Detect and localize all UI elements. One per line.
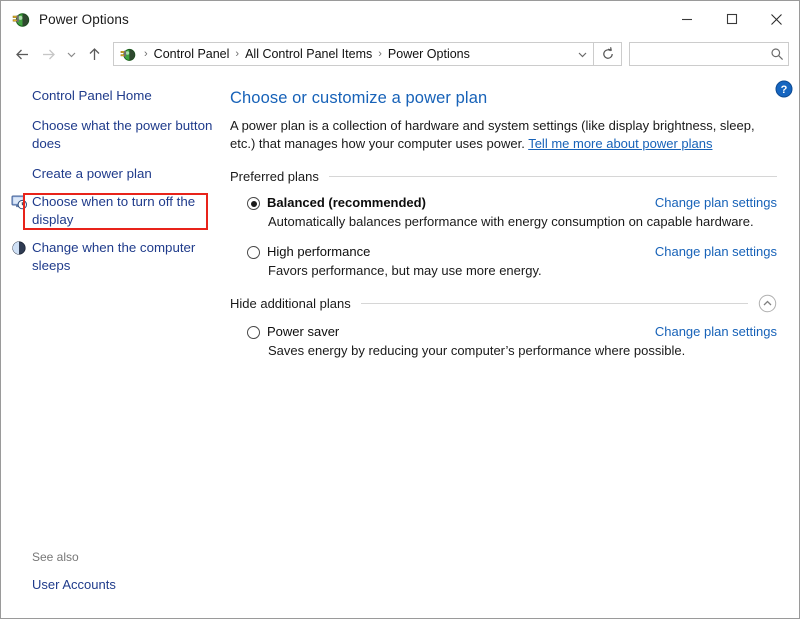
plan-row-power-saver[interactable]: Power saver Change plan settings [230,324,777,339]
see-also-section: See also User Accounts [32,550,116,594]
see-also-link-user-accounts[interactable]: User Accounts [32,577,116,592]
title-bar: Power Options [1,1,799,37]
change-plan-settings-link-balanced[interactable]: Change plan settings [655,195,777,210]
address-bar[interactable]: › Control Panel › All Control Panel Item… [113,42,594,66]
group-divider [328,176,777,177]
plan-description: Saves energy by reducing your computer’s… [268,343,686,358]
breadcrumb-item-power-options[interactable]: Power Options [386,47,472,61]
radio-power-saver[interactable] [247,326,260,339]
up-button[interactable] [81,41,107,67]
change-plan-settings-link-high-performance[interactable]: Change plan settings [655,244,777,259]
address-chevron-down-icon[interactable] [571,43,593,65]
window-title: Power Options [39,11,129,27]
radio-balanced[interactable] [247,197,260,210]
forward-button[interactable] [35,41,61,67]
sidebar-item-label: Choose what the power button does [32,118,213,151]
search-input[interactable] [630,46,766,62]
plan-name: Power saver [267,324,340,339]
search-box[interactable] [629,42,789,66]
breadcrumb-separator: › [378,48,382,60]
plan-row-high-performance[interactable]: High performance Change plan settings [230,244,777,259]
svg-text:?: ? [781,84,788,96]
group-preferred-plans: Preferred plans Balanced (recommended) C… [230,169,777,278]
sidebar-item-label: Change when the computer sleeps [32,240,196,273]
plan-description: Automatically balances performance with … [268,214,754,229]
breadcrumb-separator: › [235,48,240,60]
plan-row-balanced[interactable]: Balanced (recommended) Change plan setti… [230,195,777,210]
sidebar: Control Panel Home Choose what the power… [1,71,223,618]
maximize-button[interactable] [709,1,754,37]
main-pane: ? Choose or customize a power plan A pow… [223,71,799,618]
sidebar-item-choose-what-the-power-button-does[interactable]: Choose what the power button does [1,117,223,153]
breadcrumb-item-all-control-panel-items[interactable]: All Control Panel Items [243,47,374,61]
group-divider [360,302,748,304]
power-options-window: Power Options › Control Panel › All Cont… [0,0,800,619]
moon-sleep-icon [11,240,27,256]
chevron-up-circle-icon[interactable] [757,293,777,313]
help-question-icon[interactable]: ? [775,80,793,98]
monitor-clock-icon [11,194,27,210]
breadcrumb-item-control-panel[interactable]: Control Panel [152,47,232,61]
sidebar-item-choose-when-to-turn-off-the-display[interactable]: Choose when to turn off the display [1,193,223,229]
sidebar-item-create-a-power-plan[interactable]: Create a power plan [1,165,223,183]
radio-high-performance[interactable] [247,246,260,259]
plan-name: Balanced (recommended) [267,195,426,210]
sidebar-item-label: Create a power plan [32,166,152,181]
page-title: Choose or customize a power plan [230,89,488,107]
breadcrumb-separator: › [144,48,148,60]
change-plan-settings-link-power-saver[interactable]: Change plan settings [655,324,777,339]
group-header: Hide additional plans [230,293,777,313]
navigation-bar: › Control Panel › All Control Panel Item… [1,37,799,71]
see-also-title: See also [32,550,79,564]
window-controls [664,1,799,37]
group-label: Preferred plans [230,169,319,184]
page-description: A power plan is a collection of hardware… [230,117,765,153]
sidebar-item-label: Control Panel Home [32,88,152,103]
plan-description: Favors performance, but may use more ene… [268,263,542,278]
content-area: Control Panel Home Choose what the power… [1,71,799,618]
sidebar-item-label: Choose when to turn off the display [32,194,196,227]
breadcrumb: › Control Panel › All Control Panel Item… [140,47,571,61]
refresh-button[interactable] [594,42,622,66]
power-plug-icon [12,10,30,28]
address-power-plug-icon [120,46,136,62]
recent-locations-chevron-down-icon[interactable] [61,41,81,67]
plan-name: High performance [267,244,371,259]
minimize-button[interactable] [664,1,709,37]
group-header: Preferred plans [230,169,777,184]
search-icon[interactable] [766,47,788,61]
sidebar-item-control-panel-home[interactable]: Control Panel Home [1,87,223,105]
back-button[interactable] [9,41,35,67]
group-additional-plans: Hide additional plans Power saver Change… [230,293,777,358]
close-button[interactable] [754,1,799,37]
tell-me-more-link[interactable]: Tell me more about power plans [528,136,712,151]
sidebar-item-change-when-the-computer-sleeps[interactable]: Change when the computer sleeps [1,239,223,275]
group-label: Hide additional plans [230,295,351,311]
